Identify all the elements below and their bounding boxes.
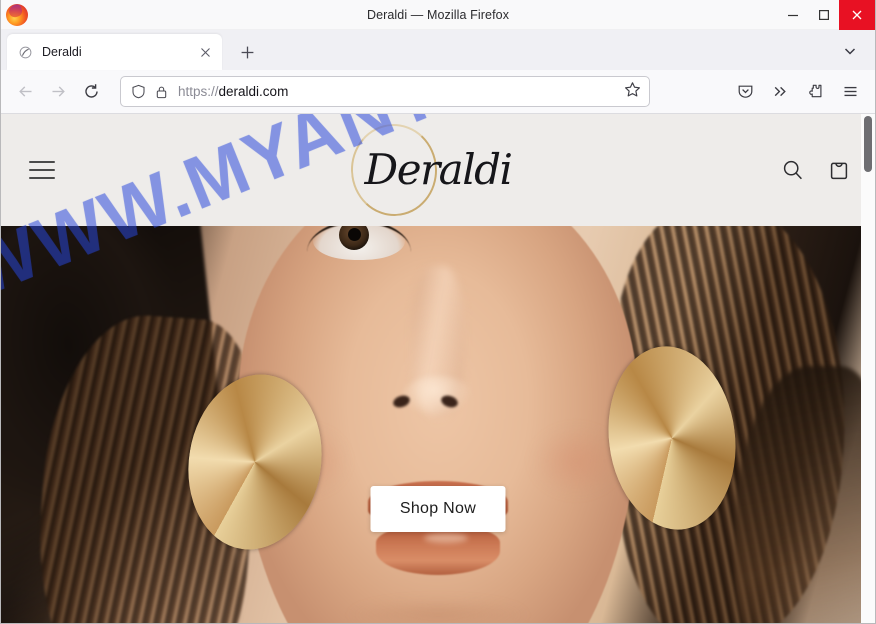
title-bar: Deraldi — Mozilla Firefox	[1, 0, 875, 30]
overflow-menu-icon[interactable]	[764, 75, 797, 108]
close-button[interactable]	[839, 0, 875, 30]
tab-title: Deraldi	[42, 45, 82, 59]
firefox-logo-icon	[6, 3, 28, 26]
logo-text: Deraldi	[364, 145, 513, 194]
star-icon[interactable]	[624, 81, 641, 103]
search-icon[interactable]	[781, 158, 805, 182]
padlock-icon[interactable]	[155, 85, 168, 99]
site-header-actions	[781, 158, 851, 182]
maximize-button[interactable]	[808, 0, 839, 30]
tab-close-icon[interactable]	[197, 44, 214, 61]
shield-icon[interactable]	[131, 84, 146, 99]
url-scheme: https://	[178, 84, 219, 99]
shop-now-button[interactable]: Shop Now	[370, 486, 506, 532]
url-host: deraldi.com	[218, 84, 289, 99]
scrollbar-thumb[interactable]	[864, 116, 872, 172]
pocket-icon[interactable]	[729, 75, 762, 108]
site-menu-icon[interactable]	[25, 153, 59, 187]
hamburger-menu-icon[interactable]	[834, 75, 867, 108]
logo-gold-ring-icon	[348, 121, 439, 219]
browser-window: Deraldi — Mozilla Firefox Deraldi https:…	[0, 0, 876, 624]
page-viewport: Deraldi Shop Now	[1, 114, 875, 623]
hero-banner: Shop Now	[1, 226, 875, 623]
list-all-tabs-button[interactable]	[837, 38, 863, 64]
navigation-toolbar: https://deraldi.com	[1, 70, 875, 114]
window-controls	[777, 0, 875, 30]
page-scrollbar[interactable]	[861, 114, 875, 623]
minimize-button[interactable]	[777, 0, 808, 30]
window-title: Deraldi — Mozilla Firefox	[366, 7, 510, 22]
logo-inner: Deraldi	[348, 121, 518, 219]
eyelash	[307, 226, 411, 252]
reload-button[interactable]	[75, 75, 108, 108]
extensions-puzzle-icon[interactable]	[799, 75, 832, 108]
lip-highlight	[424, 533, 468, 543]
back-button[interactable]	[9, 75, 42, 108]
deraldi-leaf-favicon-icon	[18, 45, 33, 60]
url-bar[interactable]: https://deraldi.com	[120, 76, 650, 107]
site-header: Deraldi	[1, 114, 875, 226]
new-tab-button[interactable]	[232, 37, 262, 67]
tab-strip: Deraldi	[1, 30, 875, 70]
toolbar-right-actions	[729, 75, 867, 108]
forward-button[interactable]	[42, 75, 75, 108]
browser-tab[interactable]: Deraldi	[7, 34, 222, 70]
cart-bag-icon[interactable]	[827, 158, 851, 182]
hero-photo	[1, 226, 875, 623]
cheek-right	[531, 426, 621, 496]
site-logo[interactable]: Deraldi	[1, 121, 875, 219]
url-text[interactable]: https://deraldi.com	[178, 84, 618, 99]
nose-tip	[403, 376, 473, 416]
